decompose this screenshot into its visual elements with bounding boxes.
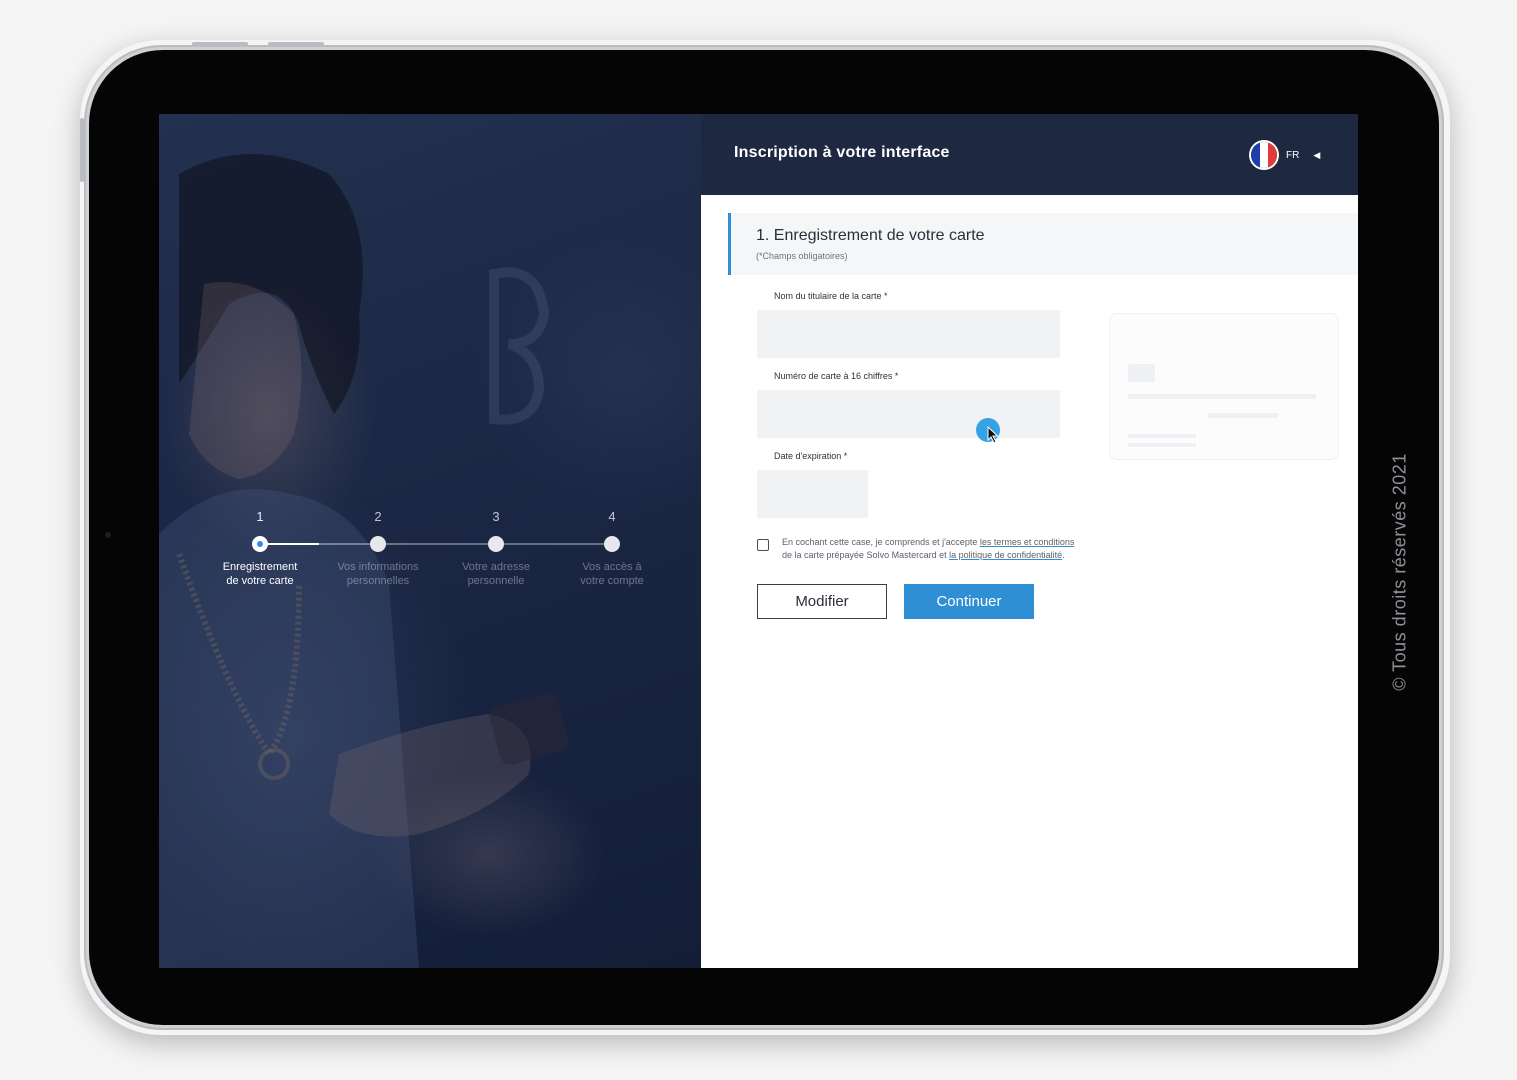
screen: 1 Enregistrement de votre carte 2 Vos in… xyxy=(159,114,1358,968)
step-3[interactable]: 3 Votre adresse personnelle xyxy=(441,504,551,588)
step-number: 4 xyxy=(608,509,616,524)
step-1[interactable]: 1 Enregistrement de votre carte xyxy=(205,504,315,588)
section-title: 1. Enregistrement de votre carte xyxy=(756,227,985,244)
card-chip-placeholder xyxy=(1128,364,1155,382)
registration-form-panel: Inscription à votre interface FR ◀ 1. En… xyxy=(701,114,1358,968)
section-header: 1. Enregistrement de votre carte (*Champ… xyxy=(728,213,1358,275)
terms-link[interactable]: les termes et conditions xyxy=(980,537,1075,547)
card-preview-placeholder xyxy=(1109,313,1339,460)
side-button xyxy=(80,118,84,182)
camera-icon xyxy=(105,532,111,538)
step-number: 1 xyxy=(256,509,264,524)
step-indicator-active xyxy=(252,536,268,552)
card-number-placeholder xyxy=(1128,394,1316,399)
language-code: FR xyxy=(1286,149,1300,161)
volume-button-up xyxy=(192,42,248,46)
cardholder-name-input[interactable] xyxy=(757,310,1060,358)
continue-button[interactable]: Continuer xyxy=(904,584,1034,619)
step-indicator xyxy=(488,536,504,552)
card-number-label: Numéro de carte à 16 chiffres * xyxy=(774,371,899,381)
step-4[interactable]: 4 Vos accès à votre compte xyxy=(557,504,667,588)
french-flag-icon xyxy=(1251,142,1277,168)
step-indicator xyxy=(604,536,620,552)
card-name-placeholder xyxy=(1128,434,1196,438)
cardholder-name-label: Nom du titulaire de la carte * xyxy=(774,291,888,301)
hero-image-panel: 1 Enregistrement de votre carte 2 Vos in… xyxy=(159,114,701,968)
cursor-pointer-icon xyxy=(987,426,999,444)
caret-left-icon: ◀ xyxy=(1313,149,1321,160)
card-number-input[interactable] xyxy=(757,390,1060,438)
page-title: Inscription à votre interface xyxy=(734,144,950,161)
registration-stepper: 1 Enregistrement de votre carte 2 Vos in… xyxy=(159,504,701,604)
step-label: Votre adresse personnelle xyxy=(462,561,530,587)
expiry-date-input[interactable] xyxy=(757,470,868,518)
card-date-placeholder xyxy=(1208,413,1278,418)
step-label: Vos informations personnelles xyxy=(337,561,419,587)
step-number: 3 xyxy=(492,509,500,524)
language-selector[interactable]: FR ◀ xyxy=(1251,140,1320,170)
required-fields-note: (*Champs obligatoires) xyxy=(756,251,848,261)
step-number: 2 xyxy=(374,509,382,524)
volume-button-down xyxy=(268,42,324,46)
terms-checkbox[interactable] xyxy=(757,539,769,551)
expiry-date-label: Date d'expiration * xyxy=(774,451,848,461)
step-label: Vos accès à votre compte xyxy=(580,561,644,587)
step-2[interactable]: 2 Vos informations personnelles xyxy=(323,504,433,588)
card-name-placeholder xyxy=(1128,443,1196,447)
step-indicator xyxy=(370,536,386,552)
terms-consent-text: En cochant cette case, je comprends et j… xyxy=(782,537,1075,560)
app-header: Inscription à votre interface FR ◀ xyxy=(701,114,1358,195)
privacy-policy-link[interactable]: la politique de confidentialité xyxy=(949,550,1062,560)
step-label: Enregistrement de votre carte xyxy=(222,561,298,587)
copyright-notice: © Tous droits réservés 2021 xyxy=(1389,453,1410,691)
modify-button[interactable]: Modifier xyxy=(757,584,887,619)
